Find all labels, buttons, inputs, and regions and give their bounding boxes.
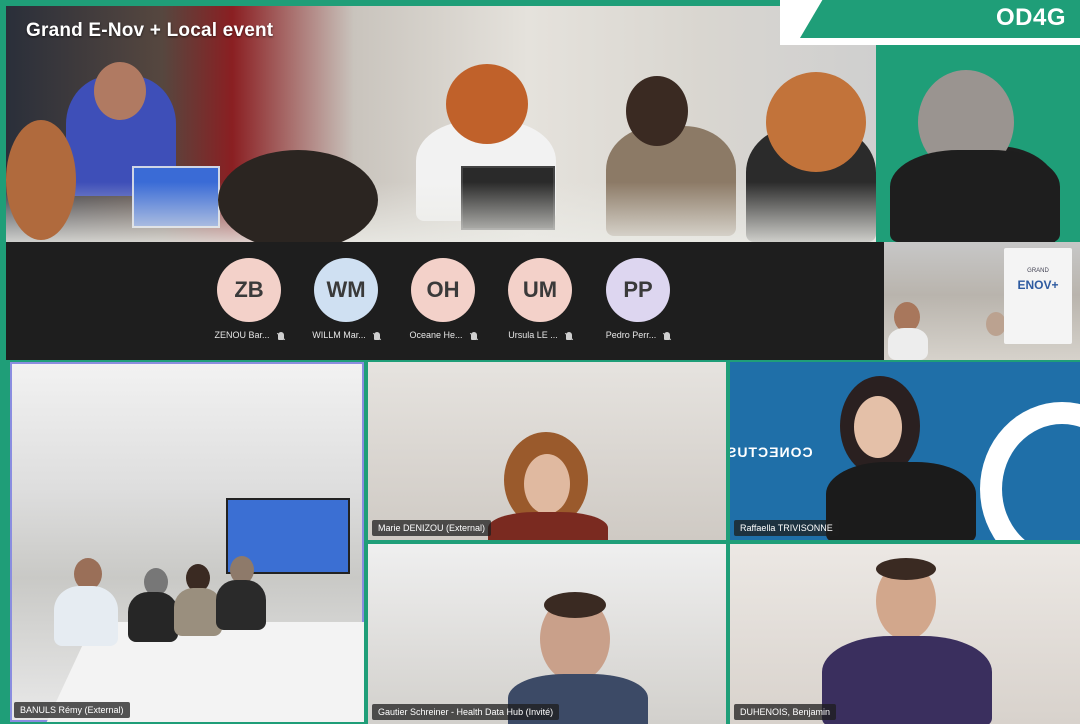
table-surface — [6, 182, 876, 242]
avatar-label: Pedro Perr... — [584, 330, 692, 340]
participant-avatar[interactable]: ZB ZENOU Bar... — [214, 258, 284, 340]
avatar-name: Ursula LE ... — [508, 330, 558, 340]
mic-muted-icon — [565, 331, 572, 340]
avatar-name: WILLM Mar... — [312, 330, 366, 340]
participant-head — [986, 312, 1006, 336]
avatar-circle: PP — [606, 258, 670, 322]
participant-figure — [888, 328, 928, 360]
participant-avatar[interactable]: UM Ursula LE ... — [508, 258, 572, 340]
participant-figure — [890, 150, 1060, 242]
participant-avatar[interactable]: OH Oceane He... — [409, 258, 477, 340]
avatar-label: Oceane He... — [389, 330, 497, 340]
avatar-name: Oceane He... — [409, 330, 463, 340]
avatar-circle: OH — [411, 258, 475, 322]
participant-avatar[interactable]: PP Pedro Perr... — [606, 258, 671, 340]
avatar-initials: ZB — [234, 277, 264, 302]
video-tile-benjamin[interactable]: DUHENOIS, Benjamin — [730, 544, 1080, 724]
mic-muted-icon — [373, 331, 380, 340]
avatar-initials: OH — [426, 277, 460, 302]
video-tile-banuls[interactable]: BANULS Rémy (External) — [10, 362, 364, 722]
avatar-initials: UM — [522, 277, 558, 302]
participant-face — [854, 396, 902, 458]
participant-figure — [488, 512, 608, 540]
avatar-label: WILLM Mar... — [292, 330, 400, 340]
brand-logo: OD4G — [800, 0, 1080, 38]
participant-name: Marie DENIZOU (External) — [372, 520, 492, 536]
video-tile-marie[interactable]: Marie DENIZOU (External) — [368, 362, 726, 540]
participant-name: BANULS Rémy (External) — [14, 702, 130, 718]
avatar-label: ZENOU Bar... — [195, 330, 303, 340]
avatar-circle: WM — [314, 258, 378, 322]
avatar-name: Pedro Perr... — [605, 330, 657, 340]
avatar-circle: UM — [508, 258, 572, 322]
participant-name: Gautier Schreiner - Health Data Hub (Inv… — [372, 704, 560, 720]
mic-muted-icon — [664, 331, 671, 340]
participant-name: Raffaella TRIVISONNE — [734, 520, 839, 536]
avatar-name: ZENOU Bar... — [214, 330, 270, 340]
background-brand-shape — [980, 402, 1080, 540]
mic-muted-icon — [470, 331, 477, 340]
event-title: Grand E-Nov + Local event — [26, 20, 274, 41]
participant-avatar[interactable]: WM WILLM Mar... — [312, 258, 380, 340]
event-sign: GRAND ENOV+ — [1004, 248, 1072, 344]
participant-head — [446, 64, 528, 144]
logo-container: OD4G — [780, 0, 1080, 45]
participant-name: DUHENOIS, Benjamin — [734, 704, 837, 720]
participant-face — [524, 454, 570, 514]
participant-figure — [826, 462, 976, 540]
participant-avatar-strip: ZB ZENOU Bar... WM WILLM Mar... OH Ocean… — [6, 242, 884, 360]
sign-line2: ENOV+ — [1017, 278, 1059, 292]
participant-hair — [876, 558, 936, 580]
participant-figure — [54, 586, 118, 646]
participant-figure — [216, 580, 266, 630]
avatar-initials: PP — [623, 277, 653, 302]
participant-figure — [128, 592, 178, 642]
participant-head — [766, 72, 866, 172]
video-tile-gautier[interactable]: Gautier Schreiner - Health Data Hub (Inv… — [368, 544, 726, 724]
room-thumbnail[interactable]: GRAND ENOV+ — [884, 242, 1080, 360]
avatar-circle: ZB — [217, 258, 281, 322]
avatar-initials: WM — [326, 277, 366, 302]
video-tile-raffaella[interactable]: CONECTUS Raffaella TRIVISONNE — [730, 362, 1080, 540]
participant-head — [626, 76, 688, 146]
participant-hair — [544, 592, 606, 618]
participant-head — [94, 62, 146, 120]
avatar-label: Ursula LE ... — [486, 330, 594, 340]
brand-logo-text: OD4G — [995, 4, 1066, 31]
participant-head — [218, 150, 378, 250]
participant-head — [6, 120, 76, 240]
participant-figure — [822, 636, 992, 724]
participant-figure — [174, 588, 222, 636]
sign-line1: GRAND — [1027, 268, 1049, 274]
mic-muted-icon — [277, 331, 284, 340]
background-brand-text: CONECTUS — [730, 444, 813, 460]
